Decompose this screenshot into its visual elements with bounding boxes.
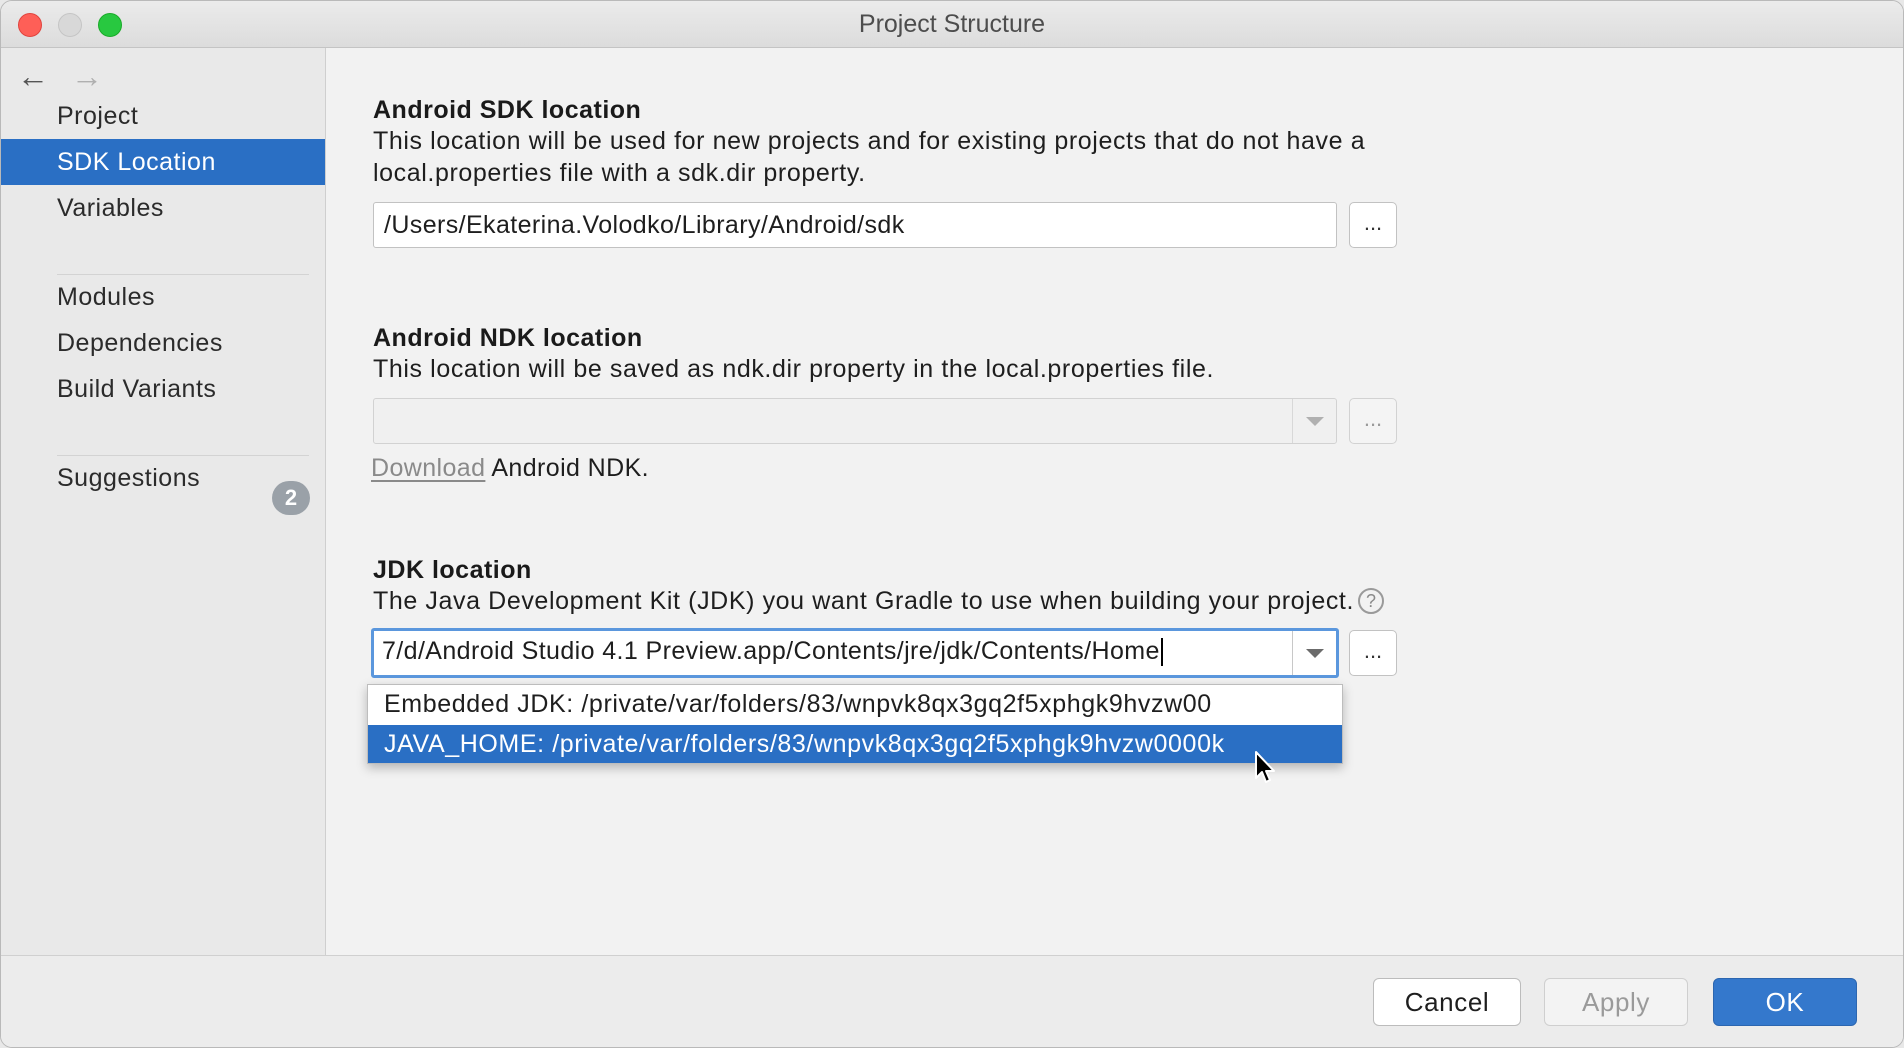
jdk-option-java-home[interactable]: JAVA_HOME: /private/var/folders/83/wnpvk… (368, 725, 1342, 763)
ndk-description: This location will be saved as ndk.dir p… (373, 355, 1215, 383)
jdk-description-row: The Java Development Kit (JDK) you want … (373, 585, 1573, 617)
dialog-footer: Cancel Apply OK (1, 955, 1903, 1047)
jdk-path-value[interactable]: 7/d/Android Studio 4.1 Preview.app/Conte… (382, 631, 1290, 675)
ndk-download-row: Download Android NDK. (371, 454, 649, 483)
sdk-path-input[interactable]: /Users/Ekaterina.Volodko/Library/Android… (373, 202, 1337, 248)
sdk-section-title: Android SDK location (373, 96, 642, 124)
jdk-options-popup: Embedded JDK: /private/var/folders/83/wn… (367, 684, 1343, 764)
jdk-browse-button[interactable]: ... (1349, 630, 1397, 676)
sidebar-item-project[interactable]: Project (1, 93, 325, 139)
project-structure-window: Project Structure ← → Project SDK Locati… (0, 0, 1904, 1048)
back-arrow-icon[interactable]: ← (17, 60, 49, 92)
jdk-description: The Java Development Kit (JDK) you want … (373, 587, 1355, 615)
text-caret (1160, 638, 1163, 667)
window-title: Project Structure (858, 10, 1046, 38)
ndk-section-title: Android NDK location (373, 324, 643, 352)
download-ndk-link[interactable]: Download (371, 454, 485, 482)
jdk-option-embedded[interactable]: Embedded JDK: /private/var/folders/83/wn… (368, 685, 1342, 724)
forward-arrow-icon[interactable]: → (71, 60, 103, 92)
mouse-pointer-icon (1255, 751, 1275, 783)
apply-button[interactable]: Apply (1544, 978, 1688, 1026)
sidebar-item-build-variants[interactable]: Build Variants (1, 366, 325, 412)
jdk-path-text: 7/d/Android Studio 4.1 Preview.app/Conte… (382, 637, 1160, 665)
title-bar[interactable]: Project Structure (1, 1, 1903, 48)
sidebar-item-sdk-location[interactable]: SDK Location (1, 139, 325, 185)
sdk-browse-button[interactable]: ... (1349, 202, 1397, 248)
sidebar-item-modules[interactable]: Modules (1, 274, 325, 320)
ndk-path-value (382, 399, 1290, 443)
suggestions-count-badge: 2 (272, 481, 310, 515)
jdk-section-title: JDK location (373, 556, 532, 584)
help-icon[interactable]: ? (1358, 588, 1385, 614)
jdk-path-combo[interactable]: 7/d/Android Studio 4.1 Preview.app/Conte… (371, 628, 1339, 678)
sdk-description: This location will be used for new proje… (373, 127, 1366, 187)
ok-button[interactable]: OK (1713, 978, 1857, 1026)
chevron-down-icon[interactable] (1292, 399, 1336, 443)
chevron-down-icon[interactable] (1292, 631, 1336, 675)
sidebar-item-variables[interactable]: Variables (1, 185, 325, 231)
cancel-button[interactable]: Cancel (1373, 978, 1521, 1026)
download-ndk-suffix: Android NDK. (485, 454, 650, 482)
sidebar: ← → Project SDK Location Variables Modul… (1, 48, 326, 955)
sdk-location-panel: Android SDK location This location will … (326, 48, 1903, 955)
ndk-browse-button[interactable]: ... (1349, 398, 1397, 444)
sidebar-item-dependencies[interactable]: Dependencies (1, 320, 325, 366)
ndk-path-combo[interactable] (373, 398, 1337, 444)
